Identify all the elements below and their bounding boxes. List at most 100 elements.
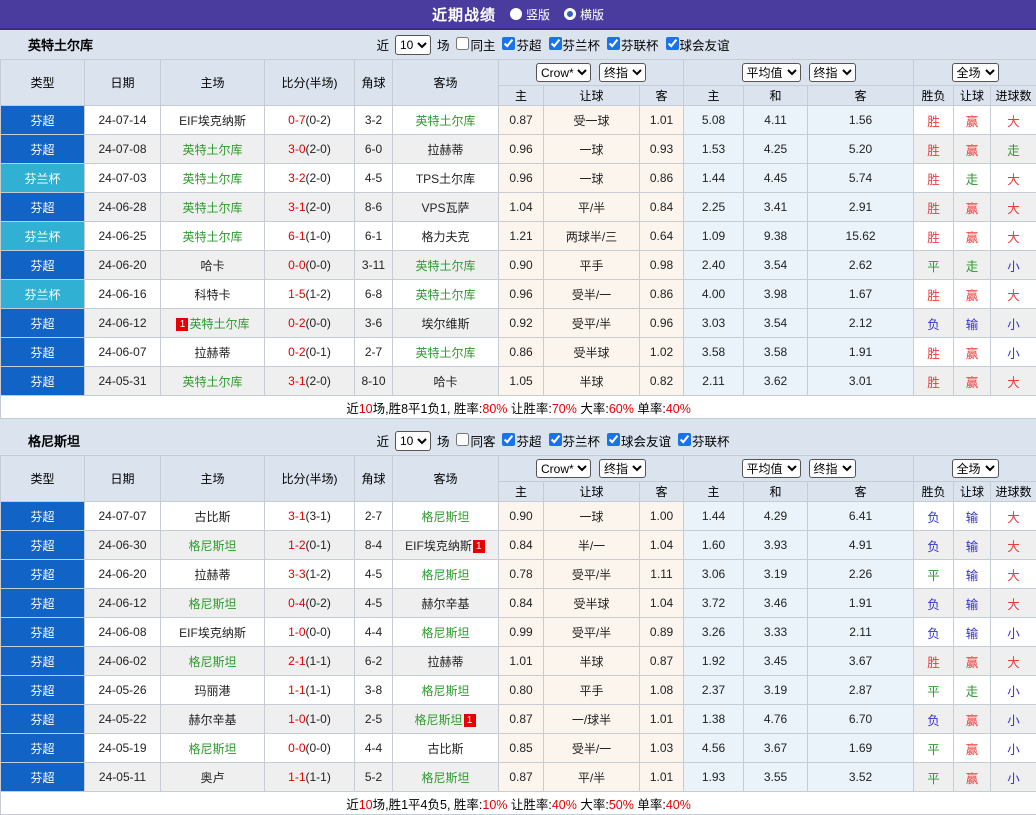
match-date: 24-05-26 [85,676,161,705]
avg-away: 1.91 [808,589,914,618]
odds-home: 0.99 [499,618,544,647]
match-score: 6-1(1-0) [265,222,355,251]
match-score: 3-3(1-2) [265,560,355,589]
league-type-badge: 芬超 [1,367,85,396]
away-team: 拉赫蒂 [393,135,499,164]
table-row: 芬兰杯24-06-16科特卡1-5(1-2)6-8英特土尔库0.96受半/一0.… [1,280,1036,309]
result-outcome: 胜 [914,106,954,135]
odds-company-select[interactable]: Crow* [536,63,591,82]
same-side-checkbox[interactable] [456,37,469,50]
table-row: 芬超24-07-07古比斯3-1(3-1)2-7格尼斯坦0.90一球1.001.… [1,502,1036,531]
summary-text: 让胜率: [507,402,551,416]
fulltime-score: 1-1 [288,770,305,784]
radio-selected-icon[interactable] [510,8,522,20]
team-label: 英特土尔库 [182,201,242,215]
odds-handicap: 受半球 [544,338,640,367]
layout-option-vertical[interactable]: 竖版 [510,6,550,23]
halftime-score: (1-1) [306,654,331,668]
corner-score: 8-10 [355,367,393,396]
result-goals: 大 [991,164,1036,193]
col-subheader: 主 [684,482,744,502]
avg-home: 1.60 [684,531,744,560]
league-filter-label: 球会友谊 [621,435,671,449]
team-label: 格力夫克 [421,230,469,244]
scope-select[interactable]: 全场 [952,63,999,82]
same-side-option[interactable]: 同主 [452,35,495,54]
avg-time-select[interactable]: 终指 [809,459,856,478]
team-label: 英特土尔库 [182,230,242,244]
result-goals: 小 [991,251,1036,280]
away-team: 格力夫克 [393,222,499,251]
table-foot: 近10场,胜8平1负1, 胜率:80% 让胜率:70% 大率:60% 单率:40… [1,396,1036,419]
match-date: 24-05-31 [85,367,161,396]
league-filter-option[interactable]: 芬兰杯 [545,35,601,54]
matches-count-select[interactable]: 10 [395,431,431,451]
league-checkbox[interactable] [607,433,620,446]
odds-away: 1.04 [640,589,684,618]
league-type-badge: 芬超 [1,531,85,560]
corner-score: 6-0 [355,135,393,164]
col-subheader: 胜负 [914,482,954,502]
result-goals: 小 [991,676,1036,705]
corner-score: 8-6 [355,193,393,222]
radio-unselected-icon[interactable] [564,8,576,20]
away-team: 英特土尔库 [393,338,499,367]
match-date: 24-07-14 [85,106,161,135]
table-row: 芬超24-06-02格尼斯坦2-1(1-1)6-2拉赫蒂1.01半球0.871.… [1,647,1036,676]
avg-away: 3.01 [808,367,914,396]
halftime-score: (0-2) [306,596,331,610]
league-filter-option[interactable]: 芬超 [498,35,541,54]
avg-home: 1.92 [684,647,744,676]
league-checkbox[interactable] [666,37,679,50]
league-filter-option[interactable]: 芬超 [498,431,541,450]
table-row: 芬兰杯24-06-25英特土尔库6-1(1-0)6-1格力夫克1.21两球半/三… [1,222,1036,251]
same-side-checkbox[interactable] [456,433,469,446]
odds-time-select[interactable]: 终指 [599,459,646,478]
odds-time-select[interactable]: 终指 [599,63,646,82]
table-row: 芬超24-05-22赫尔辛基1-0(1-0)2-5格尼斯坦10.87一/球半1.… [1,705,1036,734]
league-checkbox[interactable] [607,37,620,50]
matches-count-select[interactable]: 10 [395,35,431,55]
league-filter-option[interactable]: 芬联杯 [603,35,659,54]
league-filter-option[interactable]: 芬联杯 [674,431,730,450]
home-team: 英特土尔库 [161,164,265,193]
table-row: 芬超24-06-28英特土尔库3-1(2-0)8-6VPS瓦萨1.04平/半0.… [1,193,1036,222]
away-team: 英特土尔库 [393,251,499,280]
avg-time-select[interactable]: 终指 [809,63,856,82]
result-goals: 走 [991,135,1036,164]
corner-score: 6-1 [355,222,393,251]
col-header: 比分(半场) [265,60,355,106]
odds-handicap: 半球 [544,647,640,676]
result-group-header: 全场 [914,60,1036,86]
home-team: 1英特土尔库 [161,309,265,338]
avg-type-select[interactable]: 平均值 [742,459,801,478]
team-label: 格尼斯坦 [421,684,469,698]
team-label: 拉赫蒂 [427,655,463,669]
league-checkbox[interactable] [549,37,562,50]
league-filter-option[interactable]: 球会友谊 [603,431,671,450]
same-side-option[interactable]: 同客 [452,431,495,450]
team-label: 赫尔辛基 [188,713,236,727]
odds-company-select[interactable]: Crow* [536,459,591,478]
team-label: 拉赫蒂 [194,346,230,360]
result-outcome: 负 [914,309,954,338]
summary-text: 10 [359,798,373,812]
league-checkbox[interactable] [678,433,691,446]
scope-select[interactable]: 全场 [952,459,999,478]
summary-text: 单率: [634,402,666,416]
team-label: 古比斯 [427,742,463,756]
odds-home: 0.90 [499,502,544,531]
layout-option-horizontal[interactable]: 横版 [564,6,604,23]
result-handicap: 赢 [954,193,991,222]
team-label: 格尼斯坦 [188,742,236,756]
corner-score: 5-2 [355,763,393,792]
league-checkbox[interactable] [549,433,562,446]
match-score: 1-1(1-1) [265,763,355,792]
avg-type-select[interactable]: 平均值 [742,63,801,82]
summary-text: 近 [346,402,359,416]
league-filter-option[interactable]: 球会友谊 [662,35,730,54]
avg-draw: 4.25 [744,135,808,164]
league-checkbox[interactable] [502,37,515,50]
league-filter-option[interactable]: 芬兰杯 [545,431,601,450]
league-checkbox[interactable] [502,433,515,446]
